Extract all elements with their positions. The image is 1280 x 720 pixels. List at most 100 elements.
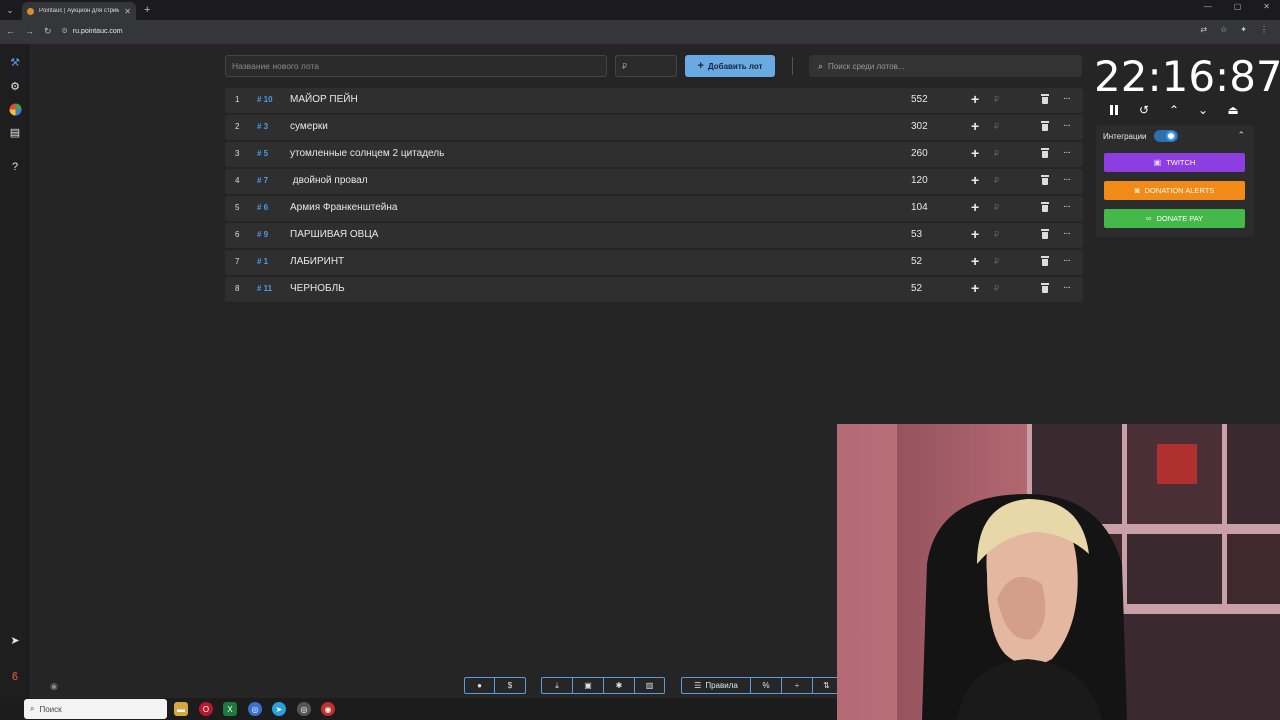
lot-row[interactable]: 5 # 6 Армия Франкенштейна 104 + ₽ ··· <box>225 196 1083 221</box>
delete-lot-icon[interactable] <box>1040 93 1050 106</box>
lot-name[interactable]: утомленные солнцем 2 цитадель <box>290 148 444 159</box>
telegram-icon[interactable]: ➤ <box>5 631 25 649</box>
extra-amount-input[interactable]: ₽ <box>994 284 999 293</box>
add-amount-button[interactable]: + <box>971 91 979 107</box>
lot-id-tag[interactable]: # 7 <box>257 176 268 185</box>
integrations-toggle[interactable] <box>1154 130 1178 142</box>
donation-alerts-button[interactable]: ◙ DONATION ALERTS <box>1104 181 1245 200</box>
search-box[interactable]: ⌕ <box>809 55 1082 77</box>
add-lot-button[interactable]: + Добавить лот <box>685 55 775 77</box>
extra-amount-input[interactable]: ₽ <box>994 230 999 239</box>
sort-button[interactable]: ⇅ <box>813 678 840 693</box>
add-amount-button[interactable]: + <box>971 199 979 215</box>
forward-icon[interactable]: → <box>25 26 34 36</box>
recording-app-icon[interactable]: ◉ <box>321 702 335 716</box>
lot-row[interactable]: 6 # 9 ПАРШИВАЯ ОВЦА 53 + ₽ ··· <box>225 223 1083 248</box>
add-amount-button[interactable]: + <box>971 145 979 161</box>
browser-active-icon[interactable]: ◎ <box>297 702 311 716</box>
more-options-icon[interactable]: ··· <box>1063 120 1071 131</box>
lot-name[interactable]: ПАРШИВАЯ ОВЦА <box>290 229 378 240</box>
bookmark-star-icon[interactable]: ☆ <box>1220 25 1227 34</box>
wheel-icon[interactable] <box>5 100 25 118</box>
browser-menu-icon[interactable]: ⋮ <box>1260 25 1268 34</box>
delete-lot-icon[interactable] <box>1040 201 1050 214</box>
pause-button[interactable] <box>1106 101 1124 119</box>
file-explorer-icon[interactable]: ▬ <box>174 702 188 716</box>
lot-row[interactable]: 1 # 10 МАЙОР ПЕЙН 552 + ₽ ··· <box>225 88 1083 113</box>
new-tab-button[interactable]: + <box>144 4 150 16</box>
bug-report-button[interactable]: ✱ <box>604 678 635 693</box>
delete-lot-icon[interactable] <box>1040 120 1050 133</box>
double-time-button[interactable]: ⏏ <box>1224 101 1242 119</box>
taskbar-search[interactable]: ⌕ Поиск <box>24 699 167 719</box>
reload-icon[interactable]: ↻ <box>44 26 52 37</box>
tab-close-icon[interactable]: ✕ <box>124 7 131 16</box>
download-button[interactable]: ⤓ <box>542 678 573 693</box>
lot-name[interactable]: МАЙОР ПЕЙН <box>290 94 358 105</box>
auction-hammer-icon[interactable]: ⚒ <box>5 53 25 71</box>
collapse-chevron-icon[interactable]: ⌃ <box>1237 130 1245 141</box>
add-amount-button[interactable]: + <box>971 118 979 134</box>
donate-dollar-button[interactable]: $ <box>495 678 525 693</box>
new-lot-name-input[interactable] <box>225 55 607 77</box>
subtract-time-button[interactable]: ⌄ <box>1194 101 1212 119</box>
add-amount-button[interactable]: + <box>971 172 979 188</box>
lot-name[interactable]: ЧЕРНОБЛЬ <box>290 283 345 294</box>
lot-row[interactable]: 7 # 1 ЛАБИРИНТ 52 + ₽ ··· <box>225 250 1083 275</box>
search-input[interactable] <box>828 61 1069 71</box>
lot-row[interactable]: 3 # 5 утомленные солнцем 2 цитадель 260 + ₽ ··… <box>225 142 1083 167</box>
delete-lot-icon[interactable] <box>1040 147 1050 160</box>
help-icon[interactable]: ? <box>5 158 25 176</box>
browser-tab[interactable]: Pointauc | Аукцион для стриме... ✕ <box>22 2 136 20</box>
github-button[interactable]: ● <box>465 678 495 693</box>
opera-icon[interactable]: O <box>199 702 213 716</box>
delete-lot-icon[interactable] <box>1040 255 1050 268</box>
lot-row[interactable]: 8 # 11 ЧЕРНОБЛЬ 52 + ₽ ··· <box>225 277 1083 302</box>
extra-amount-input[interactable]: ₽ <box>994 149 999 158</box>
lot-id-tag[interactable]: # 11 <box>257 284 272 293</box>
reset-timer-button[interactable]: ↺ <box>1135 101 1153 119</box>
save-button[interactable]: ▣ <box>573 678 604 693</box>
close-window-icon[interactable]: ✕ <box>1263 2 1270 11</box>
delete-lot-icon[interactable] <box>1040 174 1050 187</box>
extra-amount-input[interactable]: ₽ <box>994 176 999 185</box>
back-icon[interactable]: ← <box>6 26 15 36</box>
lot-id-tag[interactable]: # 3 <box>257 122 268 131</box>
rules-button[interactable]: ☰ Правила <box>682 678 751 693</box>
chrome-icon[interactable]: ◎ <box>248 702 262 716</box>
lot-id-tag[interactable]: # 6 <box>257 203 268 212</box>
add-amount-button[interactable]: + <box>971 226 979 242</box>
lot-id-tag[interactable]: # 5 <box>257 149 268 158</box>
new-lot-amount-input[interactable] <box>615 55 677 77</box>
telegram-taskbar-icon[interactable]: ➤ <box>272 702 286 716</box>
add-time-button[interactable]: ⌃ <box>1165 101 1183 119</box>
lot-id-tag[interactable]: # 1 <box>257 257 268 266</box>
more-options-icon[interactable]: ··· <box>1063 147 1071 158</box>
more-options-icon[interactable]: ··· <box>1063 228 1071 239</box>
tab-list-button[interactable]: ⌄ <box>0 0 20 20</box>
history-document-icon[interactable]: ▤ <box>5 123 25 141</box>
lot-id-tag[interactable]: # 9 <box>257 230 268 239</box>
maximize-icon[interactable]: ▢ <box>1234 2 1242 11</box>
lot-id-tag[interactable]: # 10 <box>257 95 273 104</box>
extra-amount-input[interactable]: ₽ <box>994 122 999 131</box>
extension-icon[interactable]: ✦ <box>1240 25 1247 34</box>
minimize-icon[interactable]: — <box>1204 2 1212 11</box>
more-options-icon[interactable]: ··· <box>1063 174 1071 185</box>
lot-row[interactable]: 2 # 3 сумерки 302 + ₽ ··· <box>225 115 1083 140</box>
url-field[interactable]: ⚙ ru.pointauc.com <box>62 27 123 36</box>
extra-amount-input[interactable]: ₽ <box>994 95 999 104</box>
donate-icon[interactable]: ϐ <box>5 668 25 686</box>
add-amount-button[interactable]: + <box>971 253 979 269</box>
lot-name[interactable]: сумерки <box>290 121 328 132</box>
visibility-eye-icon[interactable]: ◉ <box>50 681 58 692</box>
divide-button[interactable]: ÷ <box>782 678 813 693</box>
delete-lot-icon[interactable] <box>1040 282 1050 295</box>
settings-gear-icon[interactable]: ⚙ <box>5 77 25 95</box>
delete-lot-icon[interactable] <box>1040 228 1050 241</box>
donate-pay-button[interactable]: ∞ DONATE PAY <box>1104 209 1245 228</box>
excel-icon[interactable]: X <box>223 702 237 716</box>
lot-name[interactable]: Армия Франкенштейна <box>290 202 397 213</box>
more-options-icon[interactable]: ··· <box>1063 201 1071 212</box>
lot-row[interactable]: 4 # 7 двойной провал 120 + ₽ ··· <box>225 169 1083 194</box>
